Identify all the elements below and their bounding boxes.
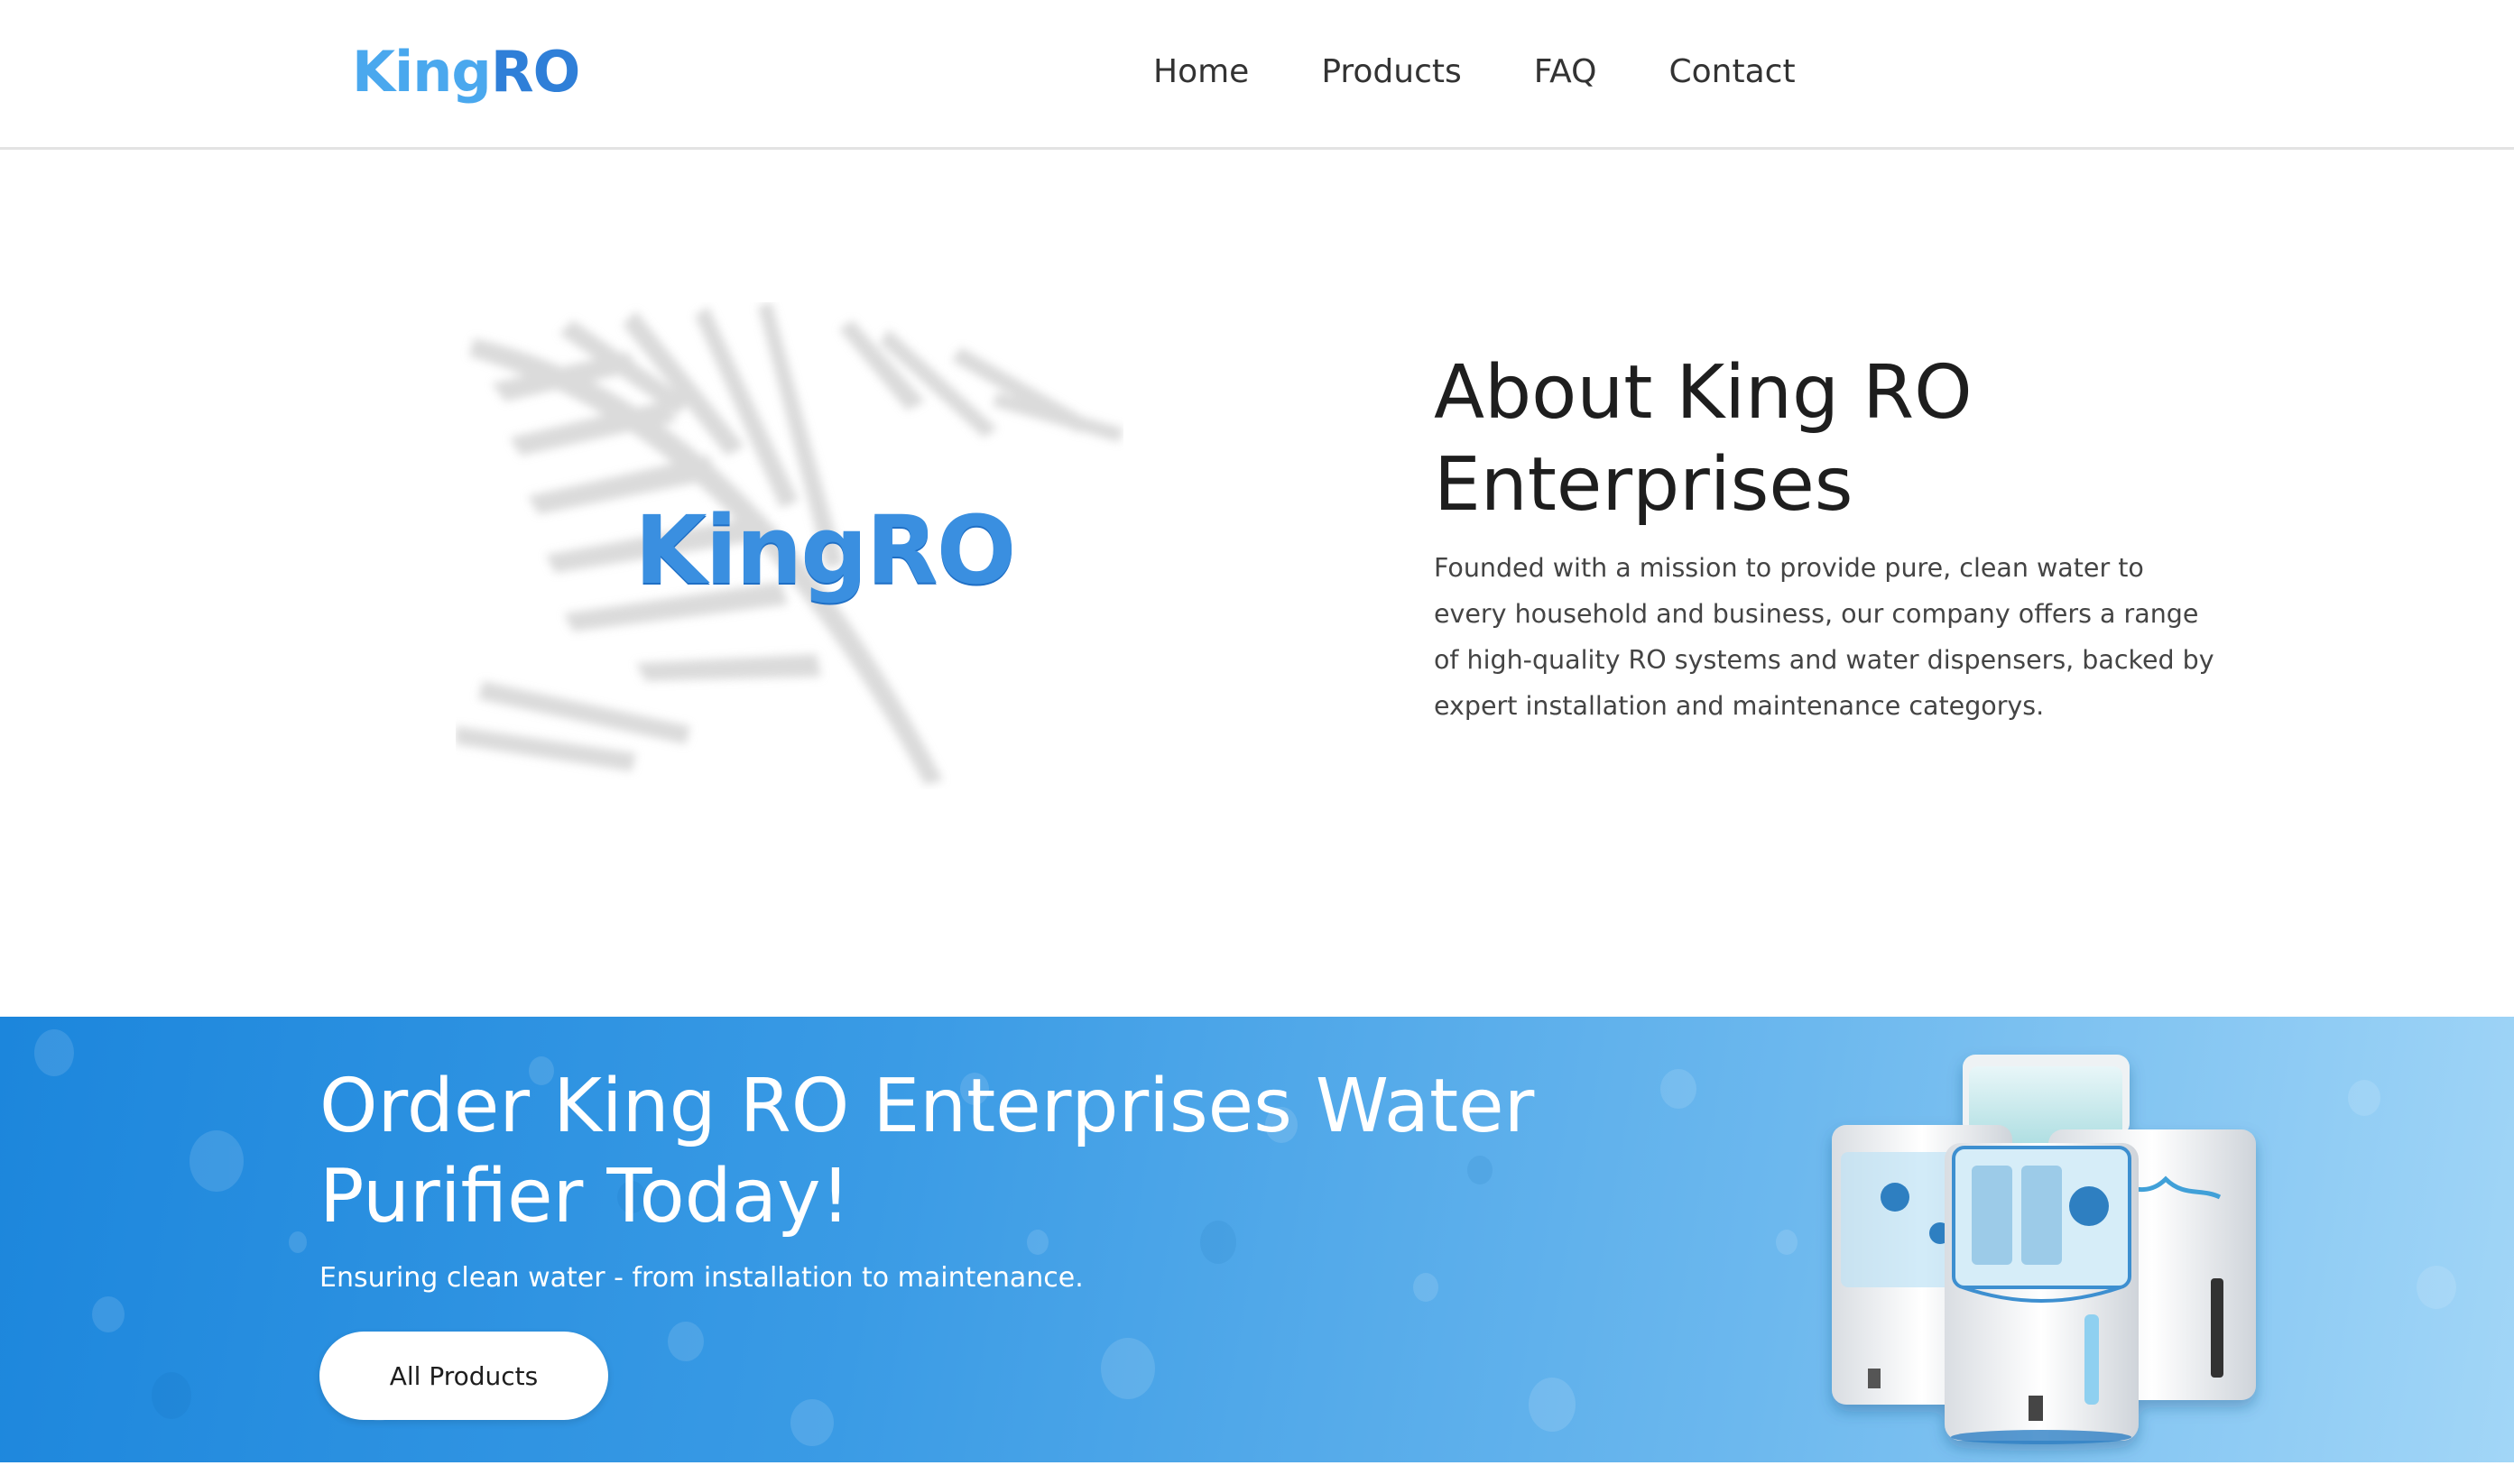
banner-title: Order King RO Enterprises Water Purifier… xyxy=(319,1064,1535,1240)
order-banner: Order King RO Enterprises Water Purifier… xyxy=(0,1017,2514,1462)
page-bottom-strip xyxy=(0,1462,2514,1484)
about-logo-ro: RO xyxy=(865,495,1016,605)
about-title: About King RO Enterprises xyxy=(1434,350,1973,528)
water-purifier-image xyxy=(1832,1055,2256,1444)
nav-products[interactable]: Products xyxy=(1321,51,1461,94)
about-logo-king: King xyxy=(634,495,868,605)
logo-text-ro: RO xyxy=(490,39,580,105)
banner-subtitle: Ensuring clean water - from installation… xyxy=(319,1262,1084,1294)
site-header: KingRO Home Products FAQ Contact xyxy=(0,0,2514,150)
about-description: Founded with a mission to provide pure, … xyxy=(1434,553,2214,721)
about-logo: KingRO xyxy=(634,492,1016,609)
logo-text-king: King xyxy=(352,39,492,105)
nav-home[interactable]: Home xyxy=(1153,51,1249,94)
nav-faq[interactable]: FAQ xyxy=(1534,51,1597,94)
nav-contact[interactable]: Contact xyxy=(1669,51,1796,94)
main-nav: Home Products FAQ Contact xyxy=(1153,51,1868,94)
site-logo[interactable]: KingRO xyxy=(352,36,580,108)
all-products-button[interactable]: All Products xyxy=(319,1332,608,1420)
